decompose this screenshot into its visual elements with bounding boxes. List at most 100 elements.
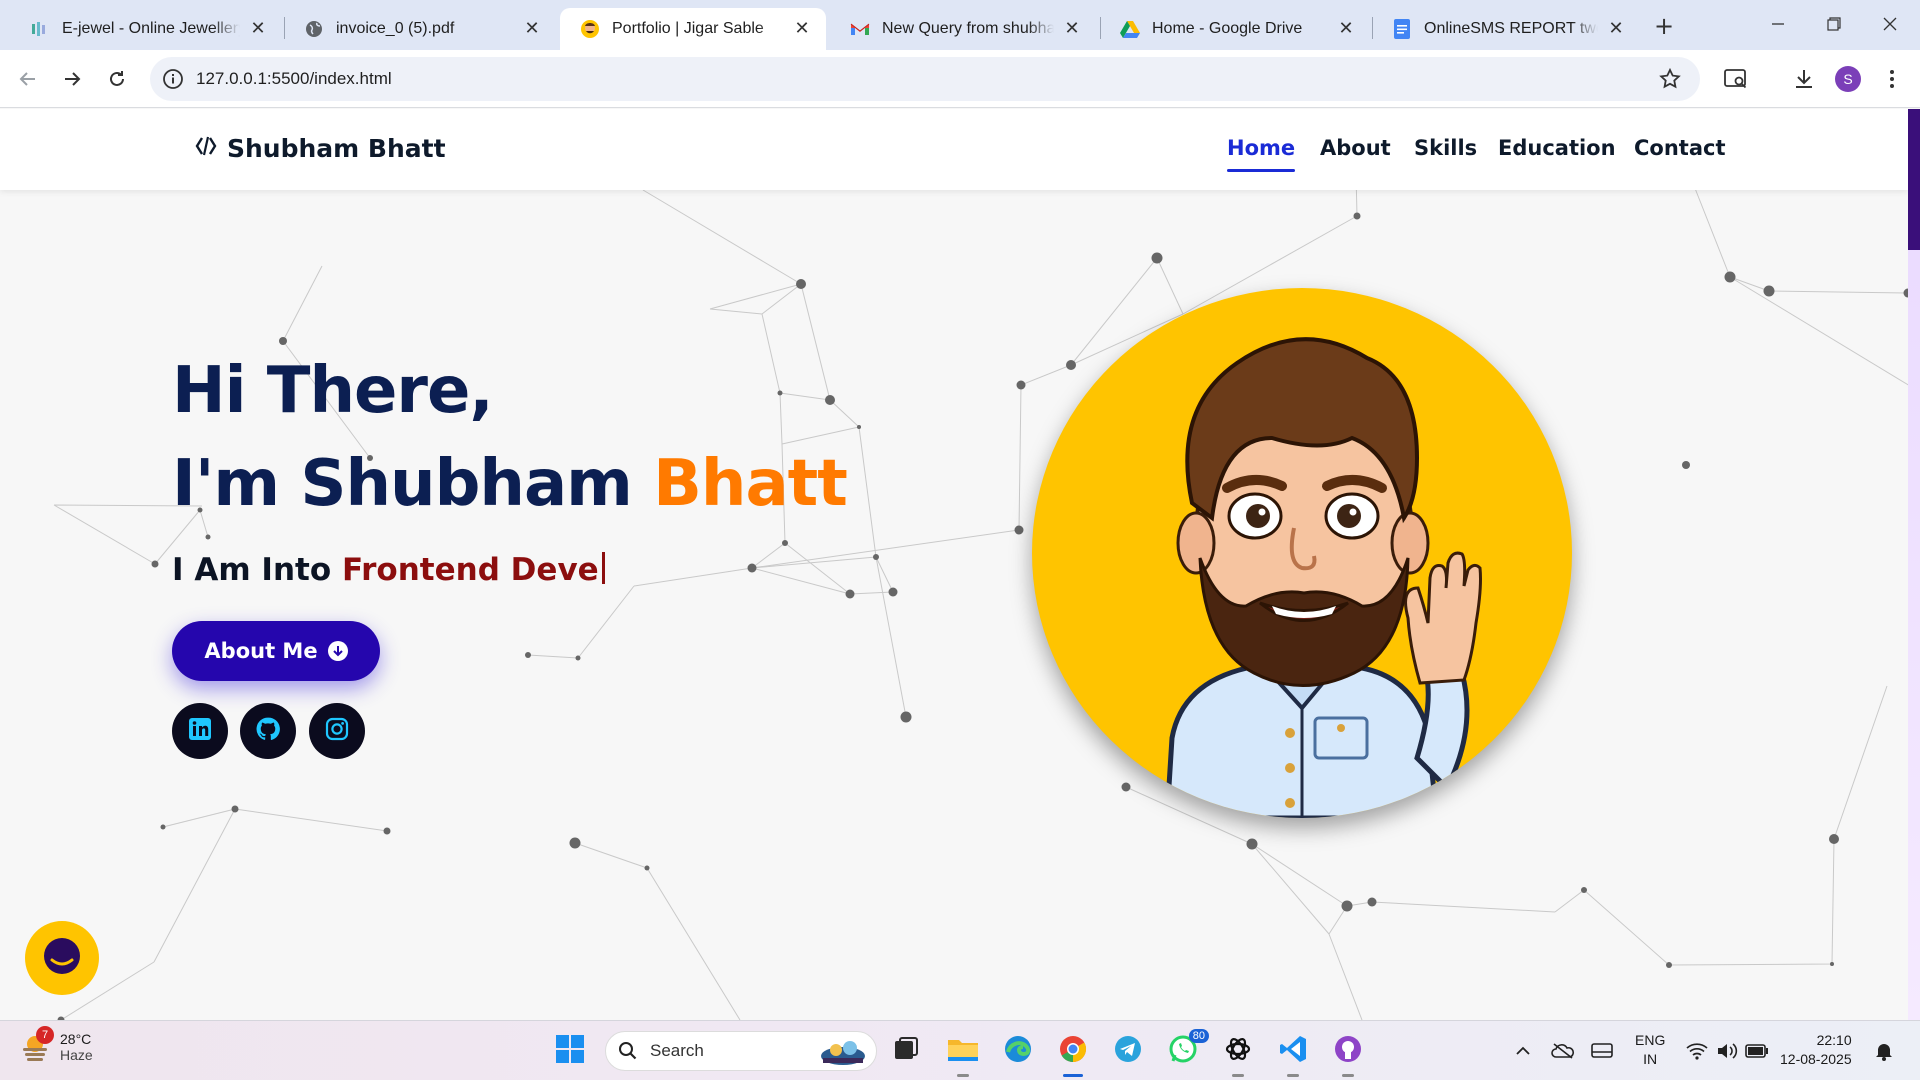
chatgpt-button[interactable] [1220,1033,1256,1077]
globe-icon [304,19,324,39]
tab-gmail[interactable]: New Query from shubham ✕ [830,8,1096,50]
show-hidden-icons-chevron-icon[interactable] [1512,1039,1534,1063]
search-label: Search [650,1041,704,1060]
forward-button[interactable] [56,63,88,95]
github-desktop-button[interactable] [1330,1033,1366,1077]
jewel-favicon [30,19,50,39]
whatsapp-badge: 80 [1188,1029,1209,1043]
file-explorer-button[interactable] [945,1033,981,1077]
tab-ejewel[interactable]: E-jewel - Online Jewellery s ✕ [10,8,282,50]
tab-invoice[interactable]: invoice_0 (5).pdf ✕ [284,8,556,50]
clock-date: 12-08-2025 [1780,1051,1852,1067]
reload-button[interactable] [101,63,133,95]
close-window-button[interactable] [1870,8,1910,40]
close-icon[interactable]: ✕ [792,19,812,39]
weather-widget[interactable]: 7 28°C Haze [20,1026,93,1063]
whatsapp-button[interactable]: 80 [1165,1029,1209,1069]
notifications-bell-icon[interactable] [1872,1039,1896,1063]
bookmark-star-icon[interactable] [1658,67,1682,91]
github-desktop-icon [1333,1034,1363,1068]
arrow-down-circle-icon [327,641,348,661]
tab-title: Home - Google Drive [1152,20,1303,37]
tab-portfolio[interactable]: Portfolio | Jigar Sable ✕ [560,8,826,50]
task-view-icon [893,1036,919,1066]
running-indicator [1232,1074,1244,1077]
new-tab-button[interactable]: + [1650,13,1678,41]
browser-menu-icon[interactable] [1878,65,1906,93]
taskbar-clock[interactable]: 22:10 12-08-2025 [1780,1031,1852,1069]
nav-home[interactable]: Home [1227,136,1296,172]
tab-title: Portfolio | Jigar Sable [612,20,764,37]
linkedin-link[interactable] [172,703,228,759]
running-indicator [1287,1074,1299,1077]
chrome-button[interactable] [1055,1033,1091,1077]
code-icon [195,135,217,163]
tab-title: OnlineSMS REPORT two.do [1424,20,1598,37]
site-brand[interactable]: Shubham Bhatt [195,134,446,163]
tab-google-docs[interactable]: OnlineSMS REPORT two.do ✕ [1372,8,1640,50]
wifi-icon[interactable] [1685,1039,1709,1063]
volume-icon[interactable] [1715,1039,1739,1063]
restore-button[interactable] [1814,8,1854,40]
running-indicator [1342,1074,1354,1077]
edge-button[interactable] [1000,1033,1036,1069]
chat-widget-button[interactable] [25,921,99,995]
minimize-button[interactable] [1758,8,1798,40]
address-bar[interactable]: 127.0.0.1:5500/index.html [150,57,1700,101]
instagram-link[interactable] [309,703,365,759]
windows-taskbar: 7 28°C Haze Search 80 ENG IN 22:10 12-08… [0,1020,1920,1080]
close-icon[interactable]: ✕ [522,19,542,39]
close-icon[interactable]: ✕ [1062,19,1082,39]
input-language[interactable]: ENG IN [1635,1031,1665,1069]
clock-time: 22:10 [1816,1032,1852,1048]
battery-icon[interactable] [1745,1039,1769,1063]
typing-cursor [601,552,605,584]
hero-name-highlight: Bhatt [653,447,848,521]
nav-contact[interactable]: Contact [1634,136,1726,160]
nav-education[interactable]: Education [1498,136,1616,160]
close-icon[interactable]: ✕ [248,19,268,39]
google-docs-icon [1392,19,1412,39]
portfolio-page: Shubham Bhatt Home About Skills Educatio… [0,109,1920,1020]
tab-title: E-jewel - Online Jewellery s [62,20,240,37]
search-icon [618,1041,638,1061]
onedrive-offline-icon[interactable] [1550,1039,1576,1063]
display-icon[interactable] [1590,1039,1614,1063]
chrome-icon [1058,1034,1088,1068]
download-icon[interactable] [1790,65,1818,93]
tab-search-icon[interactable] [1722,65,1750,93]
close-icon[interactable]: ✕ [1336,19,1356,39]
weather-temp: 28°C [60,1031,92,1047]
scrollbar-thumb[interactable] [1908,109,1920,250]
windows-logo-icon [555,1034,585,1068]
github-link[interactable] [240,703,296,759]
weather-desc: Haze [60,1047,93,1063]
instagram-icon [325,717,349,745]
tab-google-drive[interactable]: Home - Google Drive ✕ [1100,8,1370,50]
site-info-icon[interactable] [162,68,184,90]
task-view-button[interactable] [888,1033,924,1069]
tagline-prefix: I Am Into [172,552,342,588]
chatgpt-icon [1223,1034,1253,1068]
site-navbar: Shubham Bhatt Home About Skills Educatio… [0,109,1908,190]
telegram-button[interactable] [1110,1033,1146,1069]
back-button[interactable] [12,63,44,95]
search-highlight-icon [818,1038,868,1066]
gmail-icon [850,19,870,39]
nav-about[interactable]: About [1320,136,1391,160]
nav-skills[interactable]: Skills [1414,136,1477,160]
github-icon [255,716,281,746]
google-drive-icon [1120,19,1140,39]
chat-icon [42,936,82,980]
vscode-button[interactable] [1275,1033,1311,1077]
start-button[interactable] [552,1033,588,1069]
taskbar-search[interactable]: Search [605,1031,877,1071]
edge-icon [1003,1034,1033,1068]
haze-weather-icon: 7 [20,1026,54,1062]
about-me-button[interactable]: About Me [172,621,380,681]
profile-avatar[interactable]: S [1835,66,1861,92]
folder-icon [947,1035,979,1067]
hero-greeting: Hi There, [172,354,494,428]
telegram-icon [1113,1034,1143,1068]
close-icon[interactable]: ✕ [1606,19,1626,39]
